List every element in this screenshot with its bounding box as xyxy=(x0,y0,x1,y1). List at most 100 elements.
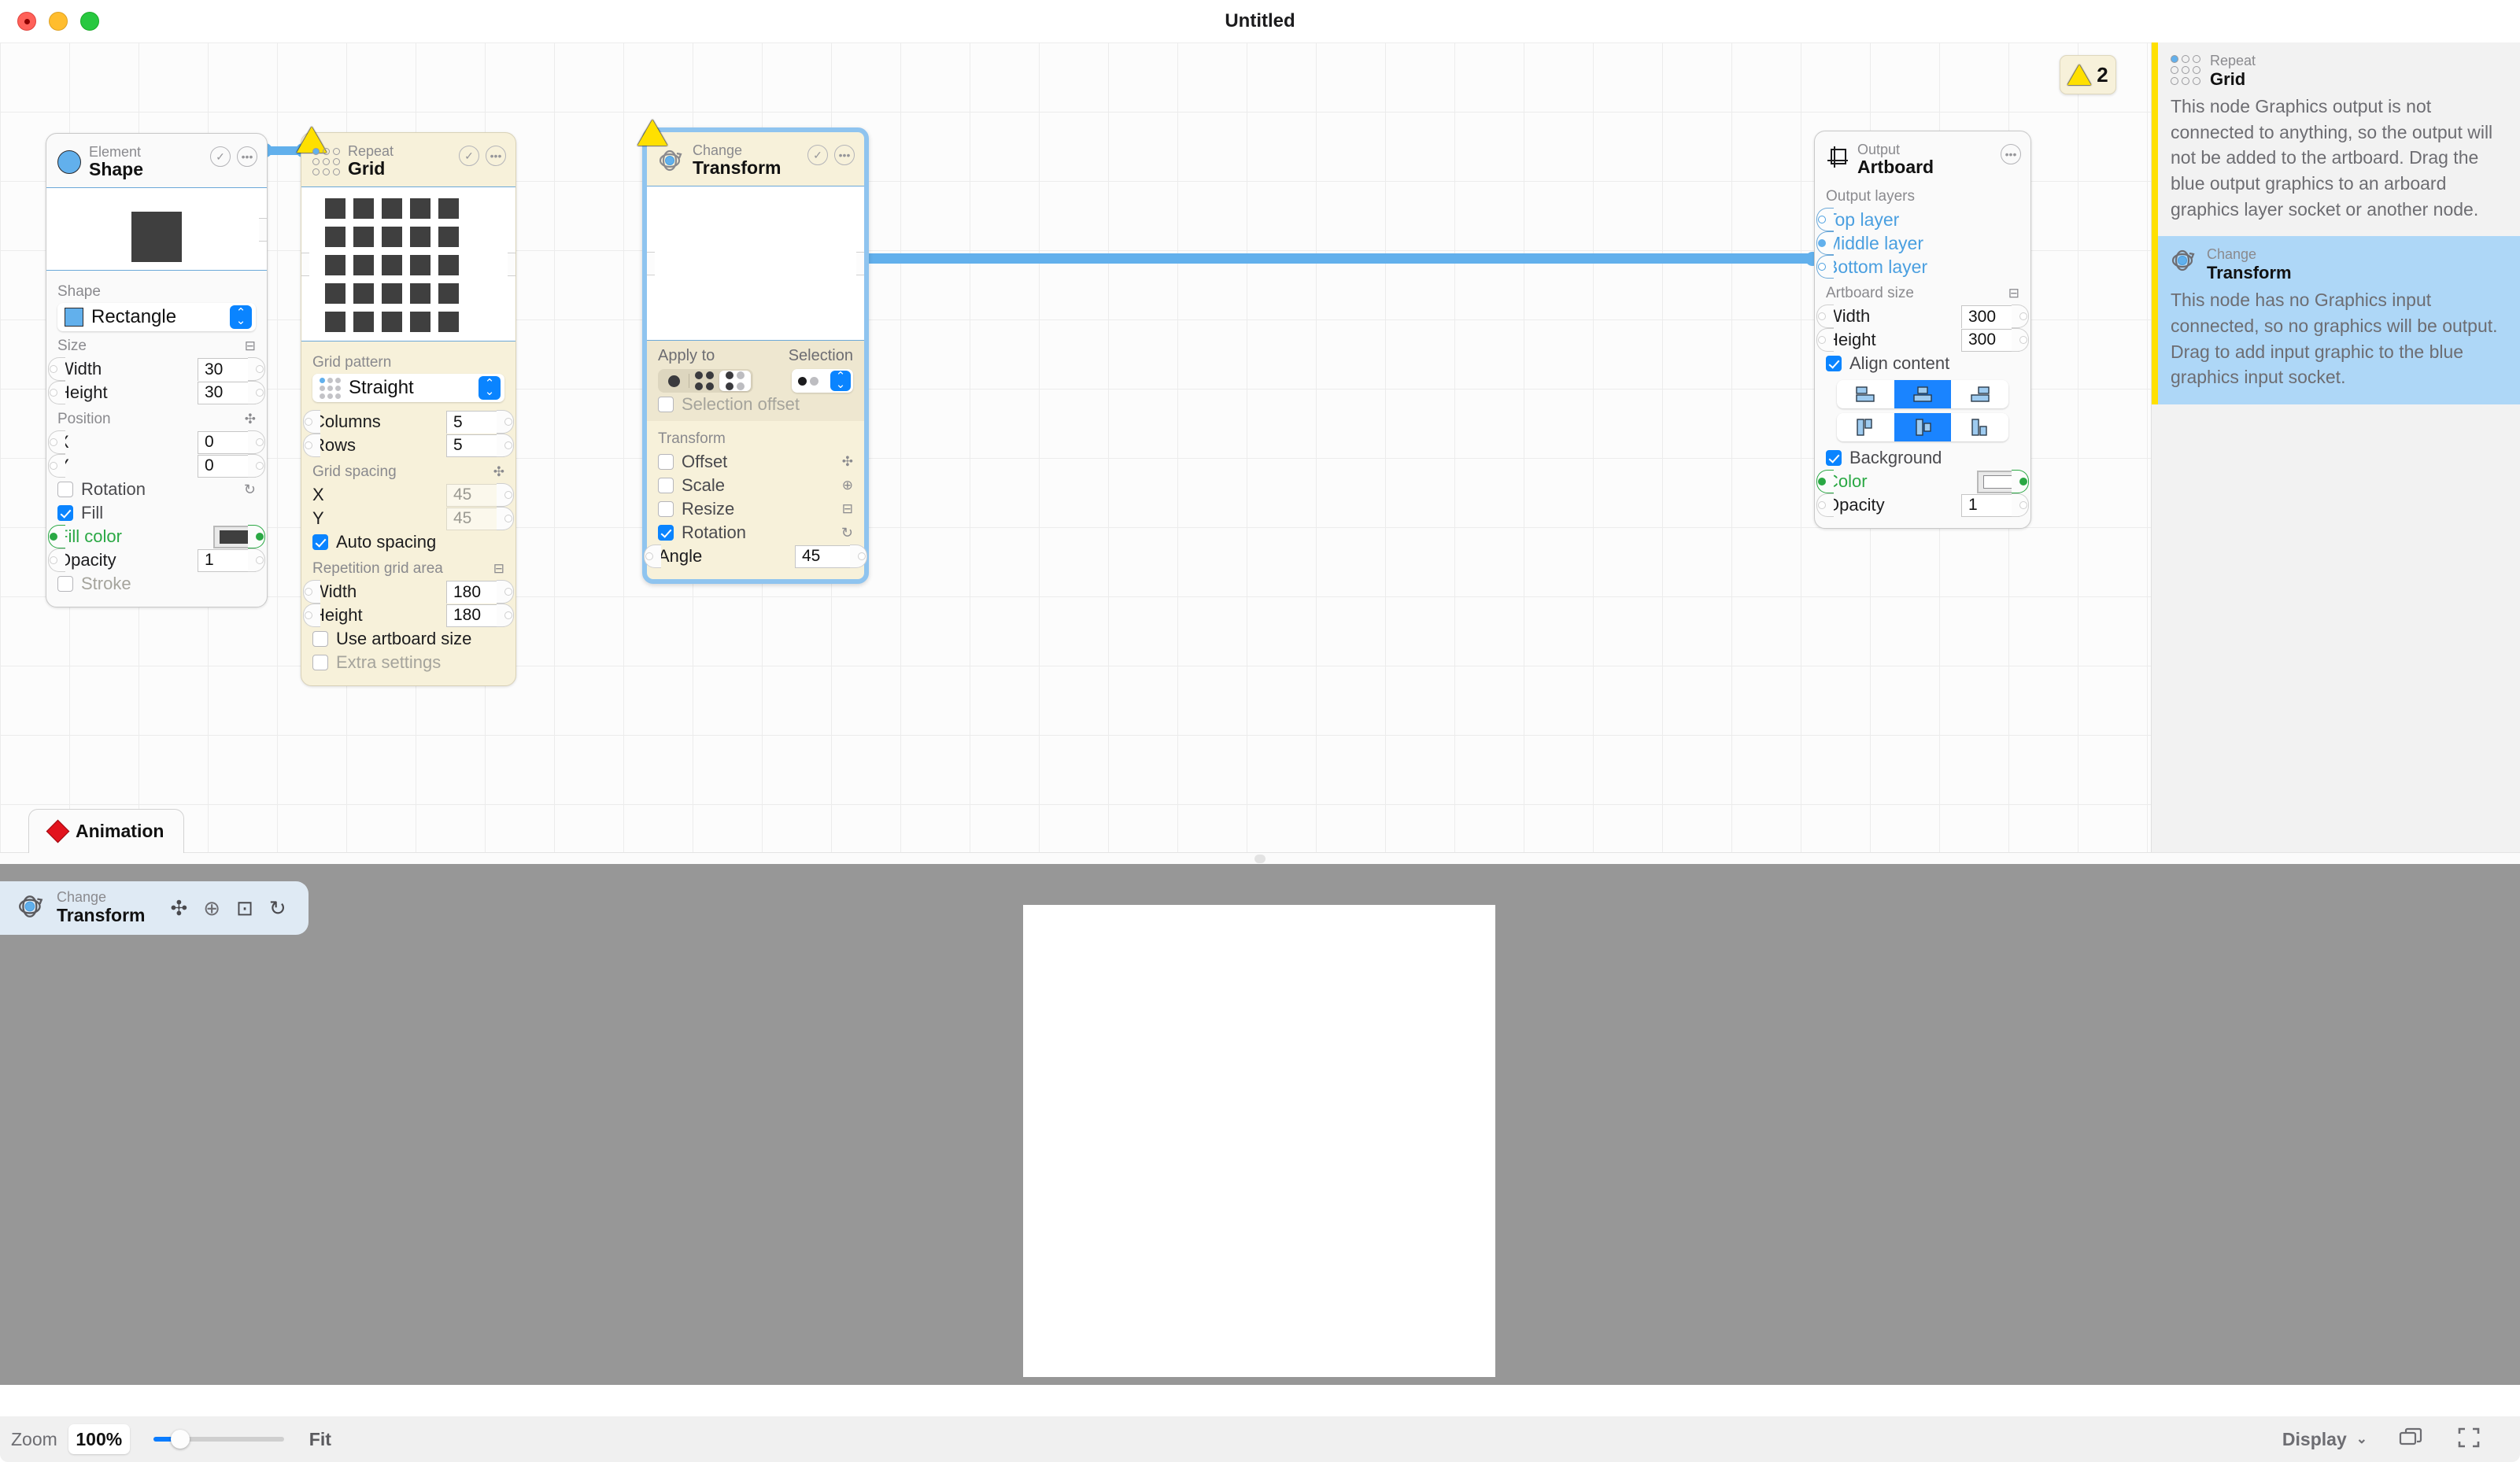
socket-artboard-top-layer[interactable] xyxy=(1816,208,1834,232)
socket-shape-y-in[interactable] xyxy=(48,454,65,478)
shape-stroke-checkbox[interactable] xyxy=(57,576,73,593)
node-shape[interactable]: Element Shape ✓ ••• Shape Rectangle ⌃⌄ xyxy=(46,133,268,608)
shape-fill-checkbox[interactable] xyxy=(57,505,73,522)
node-transform-header[interactable]: Change Transform ✓ ••• xyxy=(647,132,864,186)
grid-pattern-chevron-updown-icon[interactable]: ⌃ ⌄ xyxy=(479,376,501,401)
node-grid-more-options-button[interactable]: ••• xyxy=(486,146,506,166)
node-grid-enable-check-button[interactable]: ✓ xyxy=(459,146,479,166)
align-middle-icon[interactable] xyxy=(1894,380,1952,409)
socket-grid-rows-in[interactable] xyxy=(303,434,320,458)
socket-shape-graphics-out[interactable] xyxy=(259,218,267,242)
rotate-icon[interactable]: ↻ xyxy=(244,482,256,498)
canvas-viewport[interactable] xyxy=(0,864,2520,1385)
offset-move-icon[interactable]: ✣ xyxy=(842,454,853,470)
grid-area-height-field[interactable]: 180 xyxy=(446,604,504,627)
display-dropdown-button[interactable]: Display ⌄ xyxy=(2282,1429,2367,1450)
shape-height-field[interactable]: 30 xyxy=(198,381,256,404)
node-enable-check-button[interactable]: ✓ xyxy=(210,146,231,167)
resize-tool-icon[interactable]: ⊡ xyxy=(236,896,253,921)
socket-artboard-color-in[interactable] xyxy=(1816,470,1834,494)
artboard-opacity-field[interactable]: 1 xyxy=(1961,493,2019,517)
socket-shape-height-in[interactable] xyxy=(48,381,65,405)
socket-artboard-opacity-in[interactable] xyxy=(1816,493,1834,518)
transform-resize-checkbox[interactable] xyxy=(658,501,674,518)
transform-scale-checkbox[interactable] xyxy=(658,478,674,494)
socket-shape-opacity-in[interactable] xyxy=(48,548,65,573)
shape-width-field[interactable]: 30 xyxy=(198,357,256,381)
node-artboard[interactable]: Output Artboard ••• Output layers Top la… xyxy=(1814,131,2031,530)
socket-artboard-color-out[interactable] xyxy=(2012,470,2029,494)
viewport-node-pill[interactable]: Change Transform ✣ ⊕ ⊡ ↻ xyxy=(0,881,309,935)
node-grid-header[interactable]: Repeat Grid ✓ ••• xyxy=(301,133,515,186)
align-top-icon[interactable] xyxy=(1837,380,1894,408)
socket-grid-graphics-out[interactable] xyxy=(508,253,515,277)
shape-x-field[interactable]: 0 xyxy=(198,430,256,454)
socket-shape-fillcolor-in[interactable] xyxy=(48,525,65,549)
node-graph-canvas[interactable]: Element Shape ✓ ••• Shape Rectangle ⌃⌄ xyxy=(0,42,2151,852)
rotate-tool-icon[interactable]: ↻ xyxy=(269,896,286,921)
move-icon[interactable]: ✣ xyxy=(245,412,256,427)
node-grid[interactable]: Repeat Grid ✓ ••• Grid pattern Straight … xyxy=(297,127,516,687)
socket-shape-y-out[interactable] xyxy=(248,454,265,478)
warning-item-transform[interactable]: Change Transform This node has no Graphi… xyxy=(2152,236,2520,405)
align-bottom-icon[interactable] xyxy=(1951,380,2008,408)
panel-splitter[interactable] xyxy=(0,852,2520,864)
socket-artboard-height-out[interactable] xyxy=(2012,328,2029,353)
size-proportion-icon[interactable]: ⊟ xyxy=(245,338,256,354)
grid-spacing-x-field[interactable]: 45 xyxy=(446,483,504,507)
socket-shape-x-out[interactable] xyxy=(248,430,265,455)
socket-artboard-width-in[interactable] xyxy=(1816,305,1834,329)
node-artboard-header[interactable]: Output Artboard ••• xyxy=(1815,131,2030,185)
socket-grid-areaheight-in[interactable] xyxy=(303,604,320,628)
socket-grid-rows-out[interactable] xyxy=(497,434,514,458)
zoom-slider[interactable] xyxy=(153,1424,284,1454)
fullscreen-icon[interactable] xyxy=(2457,1427,2481,1453)
move-tool-icon[interactable]: ✣ xyxy=(170,896,187,921)
socket-artboard-opacity-out[interactable] xyxy=(2012,493,2029,518)
align-content-checkbox[interactable] xyxy=(1826,356,1842,372)
warning-item-grid[interactable]: Repeat Grid This node Graphics output is… xyxy=(2152,42,2520,237)
node-shape-header[interactable]: Element Shape ✓ ••• xyxy=(46,134,267,187)
transform-angle-field[interactable]: 45 xyxy=(795,545,853,568)
socket-grid-graphics-in[interactable] xyxy=(301,253,309,277)
socket-shape-height-out[interactable] xyxy=(248,381,265,405)
socket-artboard-height-in[interactable] xyxy=(1816,328,1834,353)
selection-mode-select[interactable]: ⌃ ⌄ xyxy=(792,369,853,393)
selection-chevron-updown-icon[interactable]: ⌃ ⌄ xyxy=(830,371,851,392)
chevron-updown-icon[interactable]: ⌃ ⌄ xyxy=(230,305,252,330)
transform-offset-checkbox[interactable] xyxy=(658,454,674,471)
grid-area-width-field[interactable]: 180 xyxy=(446,580,504,604)
animation-tab[interactable]: Animation xyxy=(28,809,184,853)
artboard-width-field[interactable]: 300 xyxy=(1961,305,2019,328)
layers-icon[interactable] xyxy=(2399,1427,2426,1453)
socket-shape-width-out[interactable] xyxy=(248,357,265,382)
socket-transform-angle-out[interactable] xyxy=(850,545,867,569)
socket-grid-areawidth-in[interactable] xyxy=(303,580,320,604)
four-dots-icon[interactable] xyxy=(691,371,718,391)
align-center-icon[interactable] xyxy=(1894,413,1952,442)
socket-grid-columns-in[interactable] xyxy=(303,410,320,434)
zoom-value-field[interactable]: 100% xyxy=(68,1424,130,1454)
grid-rows-field[interactable]: 5 xyxy=(446,434,504,457)
grid-use-artboard-checkbox[interactable] xyxy=(312,631,328,648)
shape-rotation-checkbox[interactable] xyxy=(57,482,73,498)
node-more-options-button[interactable]: ••• xyxy=(237,146,257,167)
shape-opacity-field[interactable]: 1 xyxy=(198,548,256,572)
artboard-height-field[interactable]: 300 xyxy=(1961,328,2019,352)
fit-button[interactable]: Fit xyxy=(309,1429,331,1450)
single-dot-icon[interactable] xyxy=(660,375,687,387)
socket-grid-columns-out[interactable] xyxy=(497,410,514,434)
warning-count-badge[interactable]: 2 xyxy=(2060,55,2116,94)
grid-auto-spacing-checkbox[interactable] xyxy=(312,534,328,551)
transform-rotation-checkbox[interactable] xyxy=(658,525,674,541)
socket-shape-width-in[interactable] xyxy=(48,357,65,382)
align-left-icon[interactable] xyxy=(1837,413,1894,441)
node-artboard-more-options-button[interactable]: ••• xyxy=(2001,144,2021,164)
grid-spacing-y-field[interactable]: 45 xyxy=(446,507,504,530)
grid-columns-field[interactable]: 5 xyxy=(446,410,504,434)
socket-artboard-bottom-layer[interactable] xyxy=(1816,255,1834,279)
artboard-proportion-icon[interactable]: ⊟ xyxy=(2008,286,2019,301)
socket-shape-opacity-out[interactable] xyxy=(248,548,265,573)
scale-tool-icon[interactable]: ⊕ xyxy=(203,896,220,921)
shape-type-select[interactable]: Rectangle ⌃ ⌄ xyxy=(57,303,256,332)
